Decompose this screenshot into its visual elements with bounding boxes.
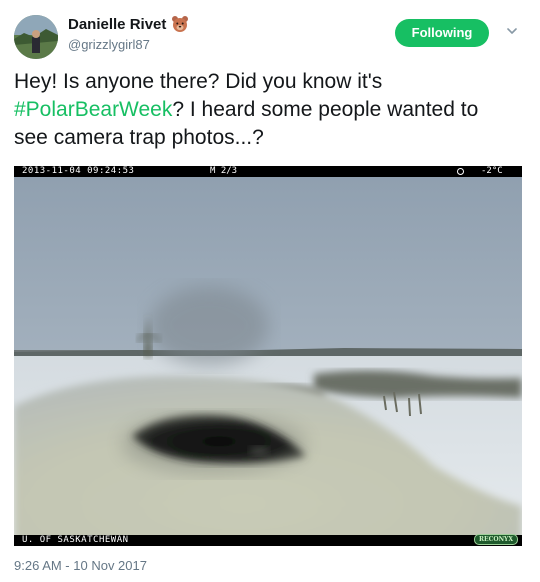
- reconyx-logo: RECONYX: [474, 534, 518, 545]
- author-handle[interactable]: @grizzlygirl87: [68, 37, 150, 52]
- author-name-row: Danielle Rivet: [68, 15, 189, 33]
- tweet-photo[interactable]: 2013-11-04 09:24:53 M 2/3 -2°C U. OF SAS…: [14, 166, 522, 546]
- camera-info-bar-bottom: U. OF SASKATCHEWAN RECONYX: [14, 534, 522, 546]
- tweet-text-before: Hey! Is anyone there? Did you know it's: [14, 70, 383, 93]
- camera-timestamp: 2013-11-04 09:24:53: [22, 166, 135, 176]
- tweet-timestamp[interactable]: 9:26 AM - 10 Nov 2017: [14, 558, 147, 573]
- camera-info-bar-top: 2013-11-04 09:24:53 M 2/3 -2°C: [14, 166, 522, 177]
- camera-mode: M 2/3: [210, 166, 238, 176]
- camera-credit: U. OF SASKATCHEWAN: [22, 535, 129, 545]
- camera-trap-photo: [14, 166, 522, 546]
- chevron-down-icon[interactable]: [505, 24, 519, 38]
- hashtag-link[interactable]: #PolarBearWeek: [14, 98, 172, 121]
- author-display-name[interactable]: Danielle Rivet: [68, 16, 166, 33]
- moon-phase-icon: [457, 168, 464, 175]
- avatar[interactable]: [14, 15, 58, 59]
- following-button[interactable]: Following: [395, 19, 489, 47]
- tweet-text: Hey! Is anyone there? Did you know it's …: [14, 68, 514, 152]
- bear-face-icon: [171, 15, 189, 33]
- avatar-image: [14, 15, 58, 59]
- camera-temperature: -2°C: [481, 166, 503, 176]
